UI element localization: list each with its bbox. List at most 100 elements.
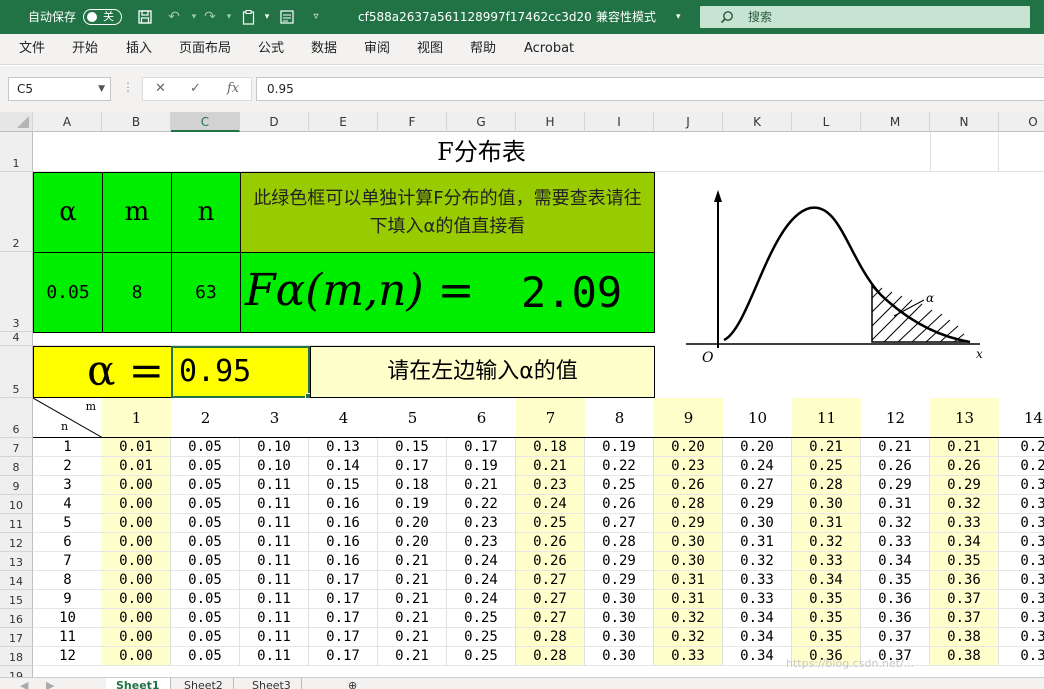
table-cell[interactable]: 0.28 <box>516 628 585 647</box>
table-cell[interactable]: 0.21 <box>792 438 861 457</box>
col-header-m[interactable]: M <box>861 112 930 132</box>
table-cell[interactable]: 0.00 <box>102 647 171 666</box>
table-cell[interactable]: 0.29 <box>654 514 723 533</box>
table-cell[interactable]: 0.15 <box>309 476 378 495</box>
table-cell[interactable]: 0.20 <box>723 438 792 457</box>
col-header-b[interactable]: B <box>102 112 171 132</box>
m-header-8[interactable]: 8 <box>585 398 655 438</box>
table-cell[interactable]: 0.11 <box>240 647 309 666</box>
alpha-prompt[interactable]: 请在左边输入α的值 <box>310 346 655 398</box>
menu-file[interactable]: 文件 <box>19 34 45 65</box>
row-header-19[interactable]: 19 <box>0 666 33 677</box>
table-cell[interactable]: 0.36 <box>861 609 930 628</box>
row-header-2[interactable]: 2 <box>0 172 33 252</box>
n-row-label[interactable]: 12 <box>33 647 103 666</box>
f-distribution-chart[interactable]: α O x <box>680 188 1010 368</box>
table-cell[interactable]: 0.2 <box>999 438 1044 457</box>
table-cell[interactable]: 0.25 <box>792 457 861 476</box>
col-header-n[interactable]: N <box>930 112 999 132</box>
table-cell[interactable]: 0.21 <box>378 552 447 571</box>
m-header-14[interactable]: 14 <box>999 398 1044 438</box>
table-cell[interactable]: 0.24 <box>447 552 516 571</box>
table-cell[interactable]: 0.23 <box>654 457 723 476</box>
table-cell[interactable]: 0.34 <box>792 571 861 590</box>
col-header-k[interactable]: K <box>723 112 792 132</box>
m-header-6[interactable]: 6 <box>447 398 517 438</box>
table-cell[interactable]: 0.26 <box>585 495 654 514</box>
table-cell[interactable]: 0.26 <box>516 533 585 552</box>
menu-help[interactable]: 帮助 <box>470 34 496 65</box>
redo-icon[interactable]: ↷ <box>201 9 219 25</box>
m-label-cell[interactable]: m <box>102 172 172 253</box>
table-cell[interactable]: 0.33 <box>792 552 861 571</box>
table-cell[interactable]: 0.29 <box>585 552 654 571</box>
table-cell[interactable]: 0.21 <box>378 571 447 590</box>
table-cell[interactable]: 0.35 <box>861 571 930 590</box>
menu-review[interactable]: 审阅 <box>364 34 390 65</box>
table-cell[interactable]: 0.24 <box>723 457 792 476</box>
confirm-icon[interactable]: ✓ <box>190 78 201 100</box>
table-cell[interactable]: 0.19 <box>378 495 447 514</box>
table-cell[interactable]: 0.05 <box>171 609 240 628</box>
customize-toolbar-icon[interactable]: ▿ <box>307 9 325 25</box>
table-cell[interactable]: 0.3 <box>999 590 1044 609</box>
table-cell[interactable]: 0.21 <box>378 647 447 666</box>
table-cell[interactable]: 0.27 <box>723 476 792 495</box>
table-cell[interactable]: 0.3 <box>999 495 1044 514</box>
n-row-label[interactable]: 3 <box>33 476 103 495</box>
n-label-cell[interactable]: n <box>171 172 241 253</box>
row-header-12[interactable]: 12 <box>0 533 33 552</box>
table-cell[interactable]: 0.29 <box>930 476 999 495</box>
m-header-12[interactable]: 12 <box>861 398 931 438</box>
table-cell[interactable]: 0.18 <box>378 476 447 495</box>
add-sheet-icon[interactable]: ⊕ <box>338 678 367 689</box>
table-cell[interactable]: 0.31 <box>654 590 723 609</box>
table-cell[interactable]: 0.37 <box>930 609 999 628</box>
table-cell[interactable]: 0.27 <box>516 571 585 590</box>
table-cell[interactable]: 0.17 <box>309 647 378 666</box>
table-cell[interactable]: 0.30 <box>585 590 654 609</box>
row-header-10[interactable]: 10 <box>0 495 33 514</box>
row-header-13[interactable]: 13 <box>0 552 33 571</box>
table-cell[interactable]: 0.26 <box>930 457 999 476</box>
alpha-value-cell[interactable]: 0.05 <box>33 252 103 333</box>
m-header-7[interactable]: 7 <box>516 398 586 438</box>
undo-icon[interactable]: ↶ <box>165 9 183 25</box>
table-cell[interactable]: 0.28 <box>654 495 723 514</box>
table-cell[interactable]: 0.31 <box>723 533 792 552</box>
table-cell[interactable]: 0.30 <box>723 514 792 533</box>
col-header-f[interactable]: F <box>378 112 447 132</box>
table-cell[interactable]: 0.21 <box>861 438 930 457</box>
table-cell[interactable]: 0.00 <box>102 609 171 628</box>
table-cell[interactable]: 0.29 <box>723 495 792 514</box>
table-cell[interactable]: 0.11 <box>240 552 309 571</box>
table-cell[interactable]: 0.18 <box>516 438 585 457</box>
col-header-d[interactable]: D <box>240 112 309 132</box>
table-cell[interactable]: 0.05 <box>171 628 240 647</box>
m-header-2[interactable]: 2 <box>171 398 241 438</box>
table-cell[interactable]: 0.24 <box>516 495 585 514</box>
save-icon[interactable] <box>136 9 154 25</box>
tab-sheet1[interactable]: Sheet1 <box>106 678 171 689</box>
table-cell[interactable]: 0.05 <box>171 590 240 609</box>
table-cell[interactable]: 0.34 <box>861 552 930 571</box>
table-cell[interactable]: 0.3 <box>999 628 1044 647</box>
formula-input[interactable]: 0.95 <box>256 77 1044 101</box>
table-cell[interactable]: 0.3 <box>999 533 1044 552</box>
table-cell[interactable]: 0.05 <box>171 647 240 666</box>
table-cell[interactable]: 0.35 <box>792 609 861 628</box>
table-cell[interactable]: 0.32 <box>654 628 723 647</box>
table-cell[interactable]: 0.36 <box>861 590 930 609</box>
table-cell[interactable]: 0.26 <box>516 552 585 571</box>
row-header-11[interactable]: 11 <box>0 514 33 533</box>
formula-result-cell[interactable]: Fα(m,n) = 2.09 <box>240 252 655 333</box>
row-header-17[interactable]: 17 <box>0 628 33 647</box>
table-cell[interactable]: 0.19 <box>447 457 516 476</box>
col-header-c[interactable]: C <box>171 112 240 132</box>
table-cell[interactable]: 0.30 <box>654 533 723 552</box>
table-cell[interactable]: 0.32 <box>654 609 723 628</box>
table-cell[interactable]: 0.11 <box>240 476 309 495</box>
search-box[interactable]: 搜索 <box>700 6 1030 28</box>
table-cell[interactable]: 0.14 <box>309 457 378 476</box>
table-cell[interactable]: 0.11 <box>240 533 309 552</box>
